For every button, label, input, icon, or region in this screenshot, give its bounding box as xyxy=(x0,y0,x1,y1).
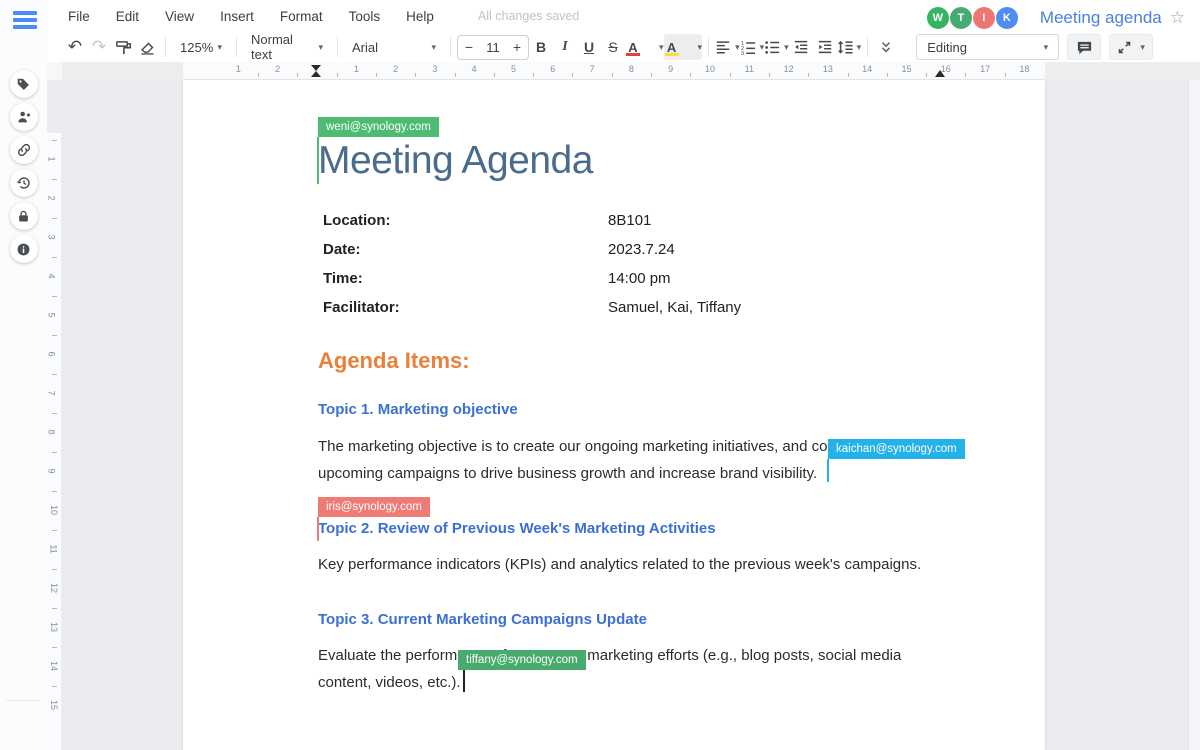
menu-format[interactable]: Format xyxy=(280,3,323,30)
current-user-avatar[interactable]: K xyxy=(10,711,38,739)
ruler-corner xyxy=(47,62,62,80)
collaborator-caret-weni xyxy=(317,137,319,184)
menu-help[interactable]: Help xyxy=(406,3,434,30)
collaborator-avatar-t[interactable]: T xyxy=(950,7,972,29)
editing-mode-select[interactable]: Editing▾ xyxy=(916,34,1059,60)
increase-indent-icon[interactable] xyxy=(813,34,837,60)
collaborator-flag-iris: iris@synology.com xyxy=(318,497,430,517)
info-icon[interactable] xyxy=(10,235,38,263)
chevron-down-icon: ▾ xyxy=(1044,42,1049,53)
star-icon[interactable]: ☆ xyxy=(1170,8,1185,28)
topic-3-line-2: content, videos, etc.). xyxy=(318,672,461,699)
chevron-down-icon: ▾ xyxy=(318,42,323,53)
font-size-decrease-button[interactable]: − xyxy=(458,39,480,55)
menu-view[interactable]: View xyxy=(165,3,194,30)
chevron-down-icon: ▾ xyxy=(217,42,222,53)
svg-text:3: 3 xyxy=(740,51,743,55)
chevron-down-icon: ▾ xyxy=(857,42,862,53)
bulleted-list-button[interactable]: ▾ xyxy=(764,34,789,60)
section-heading: Agenda Items: xyxy=(318,348,470,374)
person-add-icon[interactable] xyxy=(10,103,38,131)
hamburger-menu-icon[interactable] xyxy=(12,9,38,31)
menu-tools[interactable]: Tools xyxy=(349,3,381,30)
underline-button[interactable]: U xyxy=(577,34,601,60)
history-icon[interactable] xyxy=(10,169,38,197)
strikethrough-button[interactable]: S xyxy=(601,34,625,60)
collaborator-flag-kaichan: kaichan@synology.com xyxy=(828,439,965,459)
sidebar-tools xyxy=(0,70,47,263)
left-indent-marker[interactable] xyxy=(311,71,321,77)
menu-insert[interactable]: Insert xyxy=(220,3,254,30)
bold-button[interactable]: B xyxy=(529,34,553,60)
vertical-scrollbar[interactable] xyxy=(1188,80,1200,750)
topic-1-line-2: upcoming campaigns to drive business gro… xyxy=(318,463,817,490)
collaborator-flag-weni: weni@synology.com xyxy=(318,117,439,137)
text-cursor xyxy=(463,669,465,692)
clear-formatting-icon[interactable] xyxy=(135,34,159,60)
font-size-increase-button[interactable]: + xyxy=(506,39,528,55)
collaborator-flag-tiffany: tiffany@synology.com xyxy=(458,650,586,670)
highlight-color-button[interactable]: A ▾ xyxy=(664,34,703,60)
topic-2-line-1: Key performance indicators (KPIs) and an… xyxy=(318,554,921,581)
comment-icon[interactable] xyxy=(1067,34,1101,60)
align-button[interactable]: ▾ xyxy=(715,34,740,60)
sidebar-divider xyxy=(6,700,41,701)
chevron-down-icon: ▾ xyxy=(1140,42,1145,53)
document-page[interactable]: weni@synology.com Meeting Agenda Locatio… xyxy=(183,80,1045,750)
collaborator-avatar-i[interactable]: I xyxy=(973,7,995,29)
menu-edit[interactable]: Edit xyxy=(116,3,139,30)
chevron-down-icon: ▾ xyxy=(784,42,789,53)
collaborator-caret-kaichan xyxy=(827,459,829,482)
topic-3-line-1: Evaluate the performance of our current … xyxy=(318,645,901,672)
topic-3-heading: Topic 3. Current Marketing Campaigns Upd… xyxy=(318,611,647,628)
more-tools-chevron-icon[interactable] xyxy=(874,34,898,60)
undo-button[interactable]: ↶ xyxy=(63,34,87,60)
link-icon[interactable] xyxy=(10,136,38,164)
numbered-list-button[interactable]: 123 ▾ xyxy=(740,34,765,60)
collaborator-avatar-k[interactable]: K xyxy=(996,7,1018,29)
left-sidebar: K xyxy=(0,0,47,750)
chevron-down-icon: ▾ xyxy=(431,42,436,53)
document-title[interactable]: Meeting agenda xyxy=(1040,8,1162,28)
font-family-select[interactable]: Arial▾ xyxy=(344,34,444,60)
redo-button[interactable]: ↷ xyxy=(87,34,111,60)
italic-button[interactable]: I xyxy=(553,34,577,60)
paragraph-style-select[interactable]: Normal text▾ xyxy=(243,34,331,60)
paint-format-icon[interactable] xyxy=(111,34,135,60)
line-spacing-button[interactable]: ▾ xyxy=(837,34,862,60)
collaborator-caret-iris xyxy=(317,517,319,541)
lock-icon[interactable] xyxy=(10,202,38,230)
topic-1-line-1: The marketing objective is to create our… xyxy=(318,436,885,463)
collaborator-avatar-w[interactable]: W xyxy=(927,7,949,29)
topic-1-heading: Topic 1. Marketing objective xyxy=(318,401,518,418)
toolbar: ↶ ↷ 125%▾ Normal text▾ Arial▾ − 11 + B I… xyxy=(47,32,1200,62)
save-status: All changes saved xyxy=(478,9,579,23)
vertical-ruler: 123456789101112131415 xyxy=(47,80,62,750)
font-size-group: − 11 + xyxy=(457,35,529,60)
fullscreen-button[interactable]: ▾ xyxy=(1109,34,1153,60)
header-right: W T I K Meeting agenda ☆ xyxy=(926,4,1185,32)
text-color-button[interactable]: A ▾ xyxy=(625,34,664,60)
topic-2-heading: Topic 2. Review of Previous Week's Marke… xyxy=(318,520,716,537)
document-canvas: weni@synology.com Meeting Agenda Locatio… xyxy=(62,80,1200,750)
right-margin-marker[interactable] xyxy=(935,70,945,77)
menu-file[interactable]: File xyxy=(68,3,90,30)
doc-heading-title: Meeting Agenda xyxy=(318,137,593,185)
horizontal-ruler: 12345678910111213141516171821 xyxy=(62,62,1200,80)
font-size-input[interactable]: 11 xyxy=(480,40,506,55)
top-bar: File Edit View Insert Format Tools Help … xyxy=(47,0,1200,62)
zoom-select[interactable]: 125%▾ xyxy=(172,34,230,60)
tag-icon[interactable] xyxy=(10,70,38,98)
decrease-indent-icon[interactable] xyxy=(789,34,813,60)
chevron-down-icon: ▾ xyxy=(698,42,703,53)
